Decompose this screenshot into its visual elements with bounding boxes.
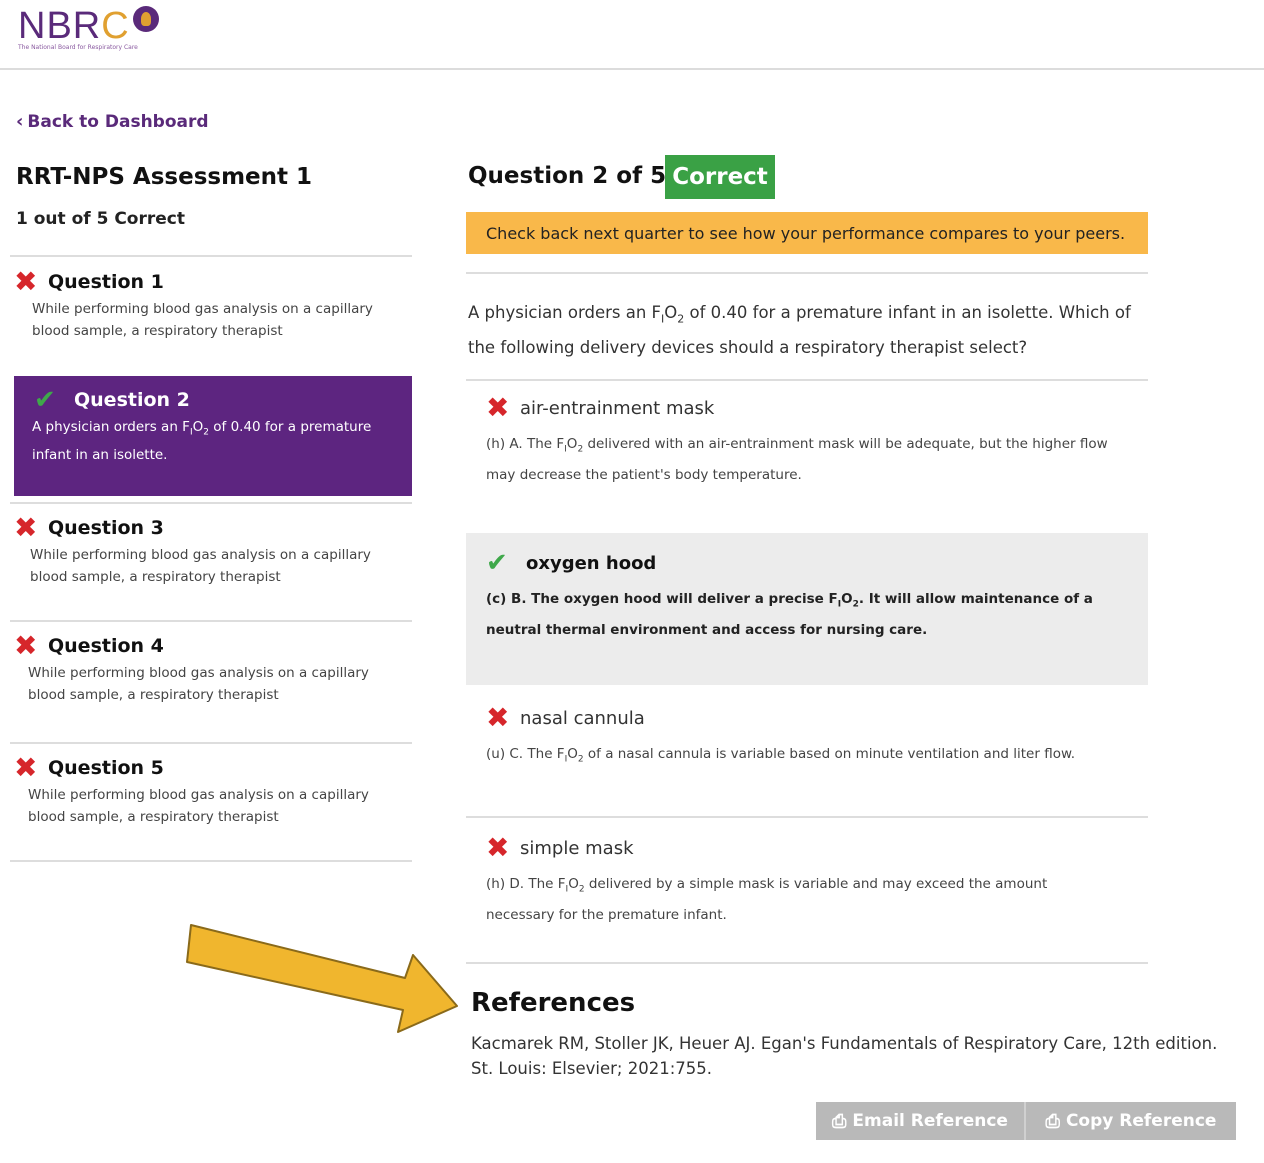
exp-part: O	[567, 746, 578, 762]
x-icon: ✖	[486, 831, 510, 864]
x-icon: ✖	[14, 265, 38, 298]
option-label: oxygen hood	[526, 552, 657, 574]
option-label: simple mask	[520, 837, 634, 859]
logo-text-c: C	[101, 5, 130, 47]
question-list-item-5[interactable]: ✖ Question 5 While performing blood gas a…	[14, 751, 412, 856]
divider	[10, 620, 412, 622]
back-label: Back to Dashboard	[27, 112, 209, 132]
exp-part: (h) D. The F	[486, 876, 566, 892]
question-list-item-1[interactable]: ✖ Question 1 While performing blood gas a…	[14, 265, 412, 370]
question-stem: A physician orders an FIO2 of 0.40 for a…	[468, 298, 1148, 362]
email-label: Email Reference	[852, 1111, 1008, 1131]
reference-actions: ⎙ Email Reference ⎙ Copy Reference	[816, 1102, 1236, 1140]
question-list-item-2[interactable]: ✔ Question 2 A physician orders an FIO2 o…	[14, 376, 412, 496]
exp-part: (h) A. The F	[486, 436, 565, 452]
logo-tagline: The National Board for Respiratory Care	[18, 44, 138, 51]
divider	[466, 816, 1148, 818]
divider	[10, 502, 412, 504]
preview-part: A physician orders an F	[32, 419, 190, 435]
question-label: Question 2	[74, 389, 190, 411]
question-title: Question 2 of 5 :	[468, 163, 684, 189]
answer-option-a: ✖ air-entrainment mask (h) A. The FIO2 de…	[466, 391, 1148, 530]
question-label: Question 1	[48, 271, 164, 293]
question-preview: While performing blood gas analysis on a…	[28, 665, 369, 703]
divider	[466, 379, 1148, 381]
option-explanation: (h) A. The FIO2 delivered with an air-en…	[486, 432, 1116, 488]
banner-text: Check back next quarter to see how your …	[486, 223, 1126, 243]
question-preview: While performing blood gas analysis on a…	[28, 787, 369, 825]
chevron-left-icon: ‹	[16, 111, 24, 132]
divider	[10, 860, 412, 862]
x-icon: ✖	[14, 629, 38, 662]
question-preview: While performing blood gas analysis on a…	[30, 547, 371, 585]
question-list-item-3[interactable]: ✖ Question 3 While performing blood gas a…	[14, 511, 412, 616]
checkmark-icon: ✔	[486, 548, 508, 578]
option-explanation: (h) D. The FIO2 delivered by a simple ma…	[486, 872, 1096, 928]
x-icon: ✖	[14, 751, 38, 784]
printer-icon: ⎙	[1045, 1110, 1060, 1132]
assessment-title: RRT-NPS Assessment 1	[16, 164, 313, 190]
exp-part: O	[568, 876, 579, 892]
divider	[10, 255, 412, 257]
x-icon: ✖	[486, 391, 510, 424]
option-label: air-entrainment mask	[520, 397, 715, 419]
exp-part: of a nasal cannula is variable based on …	[583, 746, 1076, 762]
question-preview: A physician orders an FIO2 of 0.40 for a…	[14, 416, 392, 466]
preview-part: O	[192, 419, 204, 435]
peer-comparison-banner: Check back next quarter to see how your …	[466, 212, 1148, 254]
email-reference-button[interactable]: ⎙ Email Reference	[816, 1102, 1026, 1140]
reference-citation: Kacmarek RM, Stoller JK, Heuer AJ. Egan'…	[471, 1034, 1218, 1078]
exp-part: (c) B. The oxygen hood will deliver a pr…	[486, 591, 838, 607]
divider	[10, 742, 412, 744]
back-to-dashboard-link[interactable]: ‹ Back to Dashboard	[16, 111, 209, 132]
exp-part: O	[566, 436, 578, 452]
answer-option-b: ✔ oxygen hood (c) B. The oxygen hood will…	[466, 533, 1148, 685]
correct-badge: Correct	[665, 155, 775, 199]
nbrc-logo[interactable]: NBRC The National Board for Respiratory …	[18, 6, 159, 51]
logo-text-main: NBR	[18, 5, 102, 47]
header: NBRC The National Board for Respiratory …	[0, 0, 1264, 70]
answer-option-d: ✖ simple mask (h) D. The FIO2 delivered b…	[466, 831, 1148, 960]
option-explanation: (c) B. The oxygen hood will deliver a pr…	[486, 587, 1116, 643]
exp-part: O	[841, 591, 853, 607]
question-list-item-4[interactable]: ✖ Question 4 While performing blood gas a…	[14, 629, 412, 734]
logo-wordmark: NBRC	[18, 6, 159, 46]
stem-part: A physician orders an F	[468, 303, 662, 322]
divider	[466, 962, 1148, 964]
copy-label: Copy Reference	[1065, 1111, 1217, 1131]
question-label: Question 5	[48, 757, 164, 779]
option-label: nasal cannula	[520, 707, 645, 729]
option-explanation: (u) C. The FIO2 of a nasal cannula is va…	[486, 742, 1136, 773]
references-heading: References	[471, 988, 636, 1018]
printer-icon: ⎙	[832, 1110, 847, 1132]
assessment-score: 1 out of 5 Correct	[16, 209, 185, 229]
annotation-arrow-icon	[186, 924, 458, 1033]
question-label: Question 4	[48, 635, 164, 657]
exp-part: delivered with an air-entrainment mask w…	[486, 436, 1108, 483]
x-icon: ✖	[486, 701, 510, 734]
x-icon: ✖	[14, 511, 38, 544]
question-preview: While performing blood gas analysis on a…	[32, 301, 373, 339]
logo-emblem-icon	[132, 6, 159, 32]
exp-part: (u) C. The F	[486, 746, 565, 762]
checkmark-icon: ✔	[34, 385, 56, 415]
copy-reference-button[interactable]: ⎙ Copy Reference	[1026, 1102, 1236, 1140]
stem-part: O	[664, 303, 678, 322]
question-label: Question 3	[48, 517, 164, 539]
divider	[466, 272, 1148, 274]
answer-option-c: ✖ nasal cannula (u) C. The FIO2 of a nasa…	[466, 701, 1148, 814]
